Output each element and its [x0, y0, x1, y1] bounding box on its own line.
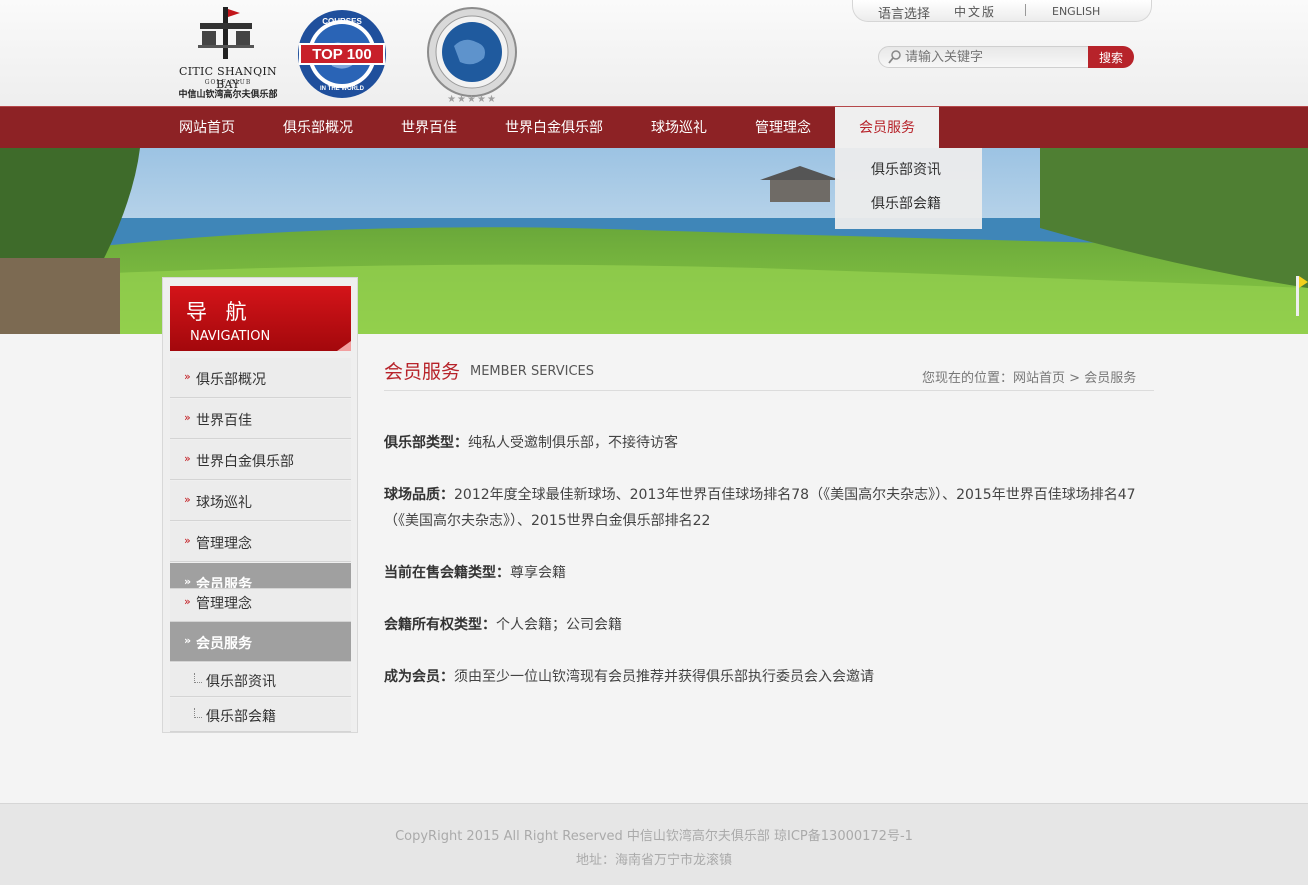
sidebar-item-management-duplicate[interactable]: » 管理理念 — [170, 589, 351, 622]
sidebar-item-club-overview[interactable]: » 俱乐部概况 — [170, 358, 351, 398]
breadcrumb-home-link[interactable]: 网站首页 — [1013, 371, 1065, 386]
sidebar-item-course-tour[interactable]: » 球场巡礼 — [170, 481, 351, 521]
chevron-right-icon: » — [184, 534, 191, 547]
footer: CopyRight 2015 All Right Reserved 中信山钦湾高… — [0, 803, 1308, 885]
citic-logo[interactable]: CITIC SHANQIN BAY GOLF CLUB 中信山钦湾高尔夫俱乐部 — [166, 5, 290, 100]
info-club-type: 俱乐部类型：纯私人受邀制俱乐部，不接待访客 — [384, 430, 1154, 456]
nav-item-member-services[interactable]: 会员服务 — [835, 107, 939, 149]
search-input[interactable] — [905, 48, 1085, 66]
nav-item-world-top100[interactable]: 世界百佳 — [376, 107, 482, 149]
info-text: 个人会籍；公司会籍 — [496, 617, 622, 633]
chevron-right-icon: » — [184, 575, 192, 588]
logo-cn: 中信山钦湾高尔夫俱乐部 — [178, 90, 278, 100]
chevron-right-icon: » — [184, 370, 191, 383]
top100-text: TOP 100 — [312, 46, 372, 63]
sidebar-item-management[interactable]: » 管理理念 — [170, 522, 351, 562]
logo-sub: GOLF CLUB — [204, 79, 252, 86]
breadcrumb-current[interactable]: 会员服务 — [1084, 371, 1136, 386]
info-label: 球场品质： — [384, 487, 454, 503]
nav-item-management[interactable]: 管理理念 — [732, 107, 834, 149]
sidebar-item-member-services[interactable]: » 会员服务 — [170, 563, 351, 589]
top100-ring-top: COURSES — [322, 17, 362, 26]
sidebar-subitem-club-membership[interactable]: 俱乐部会籍 — [170, 698, 351, 732]
sidebar-item-label: 俱乐部概况 — [196, 372, 266, 388]
sidebar-item-world-top100[interactable]: » 世界百佳 — [170, 399, 351, 439]
info-become-member: 成为会员：须由至少一位山钦湾现有会员推荐并获得俱乐部执行委员会入会邀请 — [384, 664, 1154, 690]
info-label: 成为会员： — [384, 669, 454, 685]
sidebar-subitem-label: 俱乐部会籍 — [206, 709, 276, 725]
dropdown-item-club-news[interactable]: 俱乐部资讯 — [871, 159, 941, 179]
sidebar-title-en: NAVIGATION — [190, 329, 271, 344]
sidebar-title-cn: 导 航 — [186, 300, 253, 324]
member-services-dropdown: 俱乐部资讯 俱乐部会籍 — [835, 148, 982, 229]
language-cn-link[interactable]: 中文版 — [954, 3, 996, 20]
main-nav: 网站首页 俱乐部概况 世界百佳 世界白金俱乐部 球场巡礼 管理理念 会员服务 — [0, 106, 1308, 149]
nav-item-club-overview[interactable]: 俱乐部概况 — [260, 107, 376, 149]
info-membership-on-sale: 当前在售会籍类型：尊享会籍 — [384, 560, 1154, 586]
breadcrumb-prefix: 您现在的位置： — [922, 371, 1014, 386]
info-label: 会籍所有权类型： — [384, 617, 496, 633]
chevron-right-icon: » — [184, 411, 191, 424]
search-box — [878, 46, 1090, 68]
sidebar: 导 航 NAVIGATION » 俱乐部概况 » 世界百佳 » 世界白金俱乐部 … — [162, 277, 358, 733]
sidebar-title: 导 航 NAVIGATION — [170, 286, 351, 351]
language-label: 语言选择 — [878, 7, 931, 22]
info-text: 2012年度全球最佳新球场、2013年世界百佳球场排名78（《美国高尔夫杂志》）… — [384, 487, 1136, 529]
sidebar-item-label: 球场巡礼 — [196, 495, 252, 511]
search-icon — [888, 50, 901, 64]
chevron-right-icon: » — [184, 634, 192, 647]
chevron-right-icon: » — [184, 493, 191, 506]
top100-badge-icon: TOP 100 COURSES IN THE WORLD — [298, 10, 386, 98]
platinum-clubs-badge-icon: ★★★★★ — [427, 7, 517, 105]
language-divider — [1025, 4, 1026, 16]
tree-branch-icon — [194, 673, 202, 683]
info-label: 俱乐部类型： — [384, 435, 468, 451]
sidebar-item-platinum-clubs[interactable]: » 世界白金俱乐部 — [170, 440, 351, 480]
breadcrumb: 您现在的位置：网站首页 > 会员服务 — [922, 367, 1136, 386]
search-button[interactable]: 搜索 — [1088, 46, 1134, 68]
info-ownership-type: 会籍所有权类型：个人会籍；公司会籍 — [384, 612, 1154, 638]
chevron-right-icon: » — [184, 595, 191, 608]
info-text: 尊享会籍 — [510, 565, 566, 581]
footer-address: 地址：海南省万宁市龙滚镇 — [575, 853, 732, 868]
sidebar-item-label: 世界百佳 — [196, 413, 252, 429]
nav-item-home[interactable]: 网站首页 — [154, 107, 260, 149]
sidebar-item-label: 会员服务 — [196, 577, 252, 589]
top100-ring-bottom: IN THE WORLD — [320, 86, 365, 92]
info-text: 须由至少一位山钦湾现有会员推荐并获得俱乐部执行委员会入会邀请 — [454, 669, 874, 685]
info-label: 当前在售会籍类型： — [384, 565, 510, 581]
svg-text:★★★★★: ★★★★★ — [447, 94, 497, 105]
sidebar-item-label: 管理理念 — [196, 596, 252, 612]
breadcrumb-separator: > — [1065, 371, 1085, 386]
info-course-quality: 球场品质：2012年度全球最佳新球场、2013年世界百佳球场排名78（《美国高尔… — [384, 482, 1154, 534]
nav-item-platinum-clubs[interactable]: 世界白金俱乐部 — [482, 107, 626, 149]
language-en-link[interactable]: ENGLISH — [1052, 5, 1100, 18]
page-title: 会员服务 — [384, 361, 461, 383]
title-corner — [337, 341, 351, 351]
nav-item-course-tour[interactable]: 球场巡礼 — [626, 107, 732, 149]
page-title-en: MEMBER SERVICES — [470, 364, 595, 379]
sidebar-item-label: 管理理念 — [196, 536, 252, 552]
sidebar-item-label: 世界白金俱乐部 — [196, 454, 294, 470]
language-bar: 语言选择 中文版 ENGLISH — [852, 0, 1152, 22]
sidebar-subitem-club-news[interactable]: 俱乐部资讯 — [170, 663, 351, 697]
chevron-right-icon: » — [184, 452, 191, 465]
header: CITIC SHANQIN BAY GOLF CLUB 中信山钦湾高尔夫俱乐部 … — [0, 0, 1308, 106]
sidebar-subitem-label: 俱乐部资讯 — [206, 674, 276, 690]
sidebar-item-label: 会员服务 — [196, 636, 252, 652]
info-text: 纯私人受邀制俱乐部，不接待访客 — [468, 435, 678, 451]
golf-flag-logo-icon — [198, 7, 254, 59]
dropdown-item-club-membership[interactable]: 俱乐部会籍 — [871, 193, 941, 213]
tree-branch-icon — [194, 708, 202, 718]
footer-copyright: CopyRight 2015 All Right Reserved 中信山钦湾高… — [395, 829, 913, 844]
sidebar-item-member-services-active[interactable]: » 会员服务 — [170, 622, 351, 662]
title-divider — [384, 390, 1154, 391]
